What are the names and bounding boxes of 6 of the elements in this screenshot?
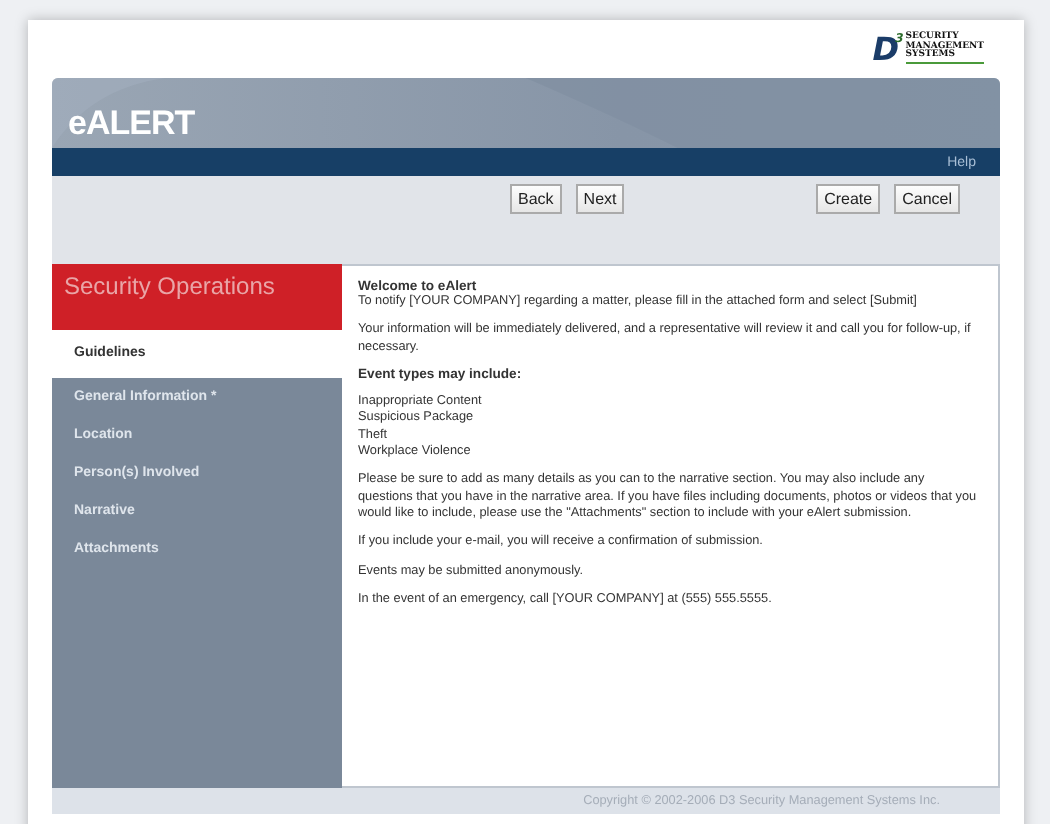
action-button[interactable]: Create — [816, 184, 881, 214]
nav-button[interactable]: Next — [575, 184, 625, 214]
sidebar-title: Security Operations — [52, 264, 342, 330]
nav-button[interactable]: Back — [510, 184, 562, 214]
action-button[interactable]: Cancel — [894, 184, 960, 214]
app-title: eALERT — [68, 104, 195, 144]
